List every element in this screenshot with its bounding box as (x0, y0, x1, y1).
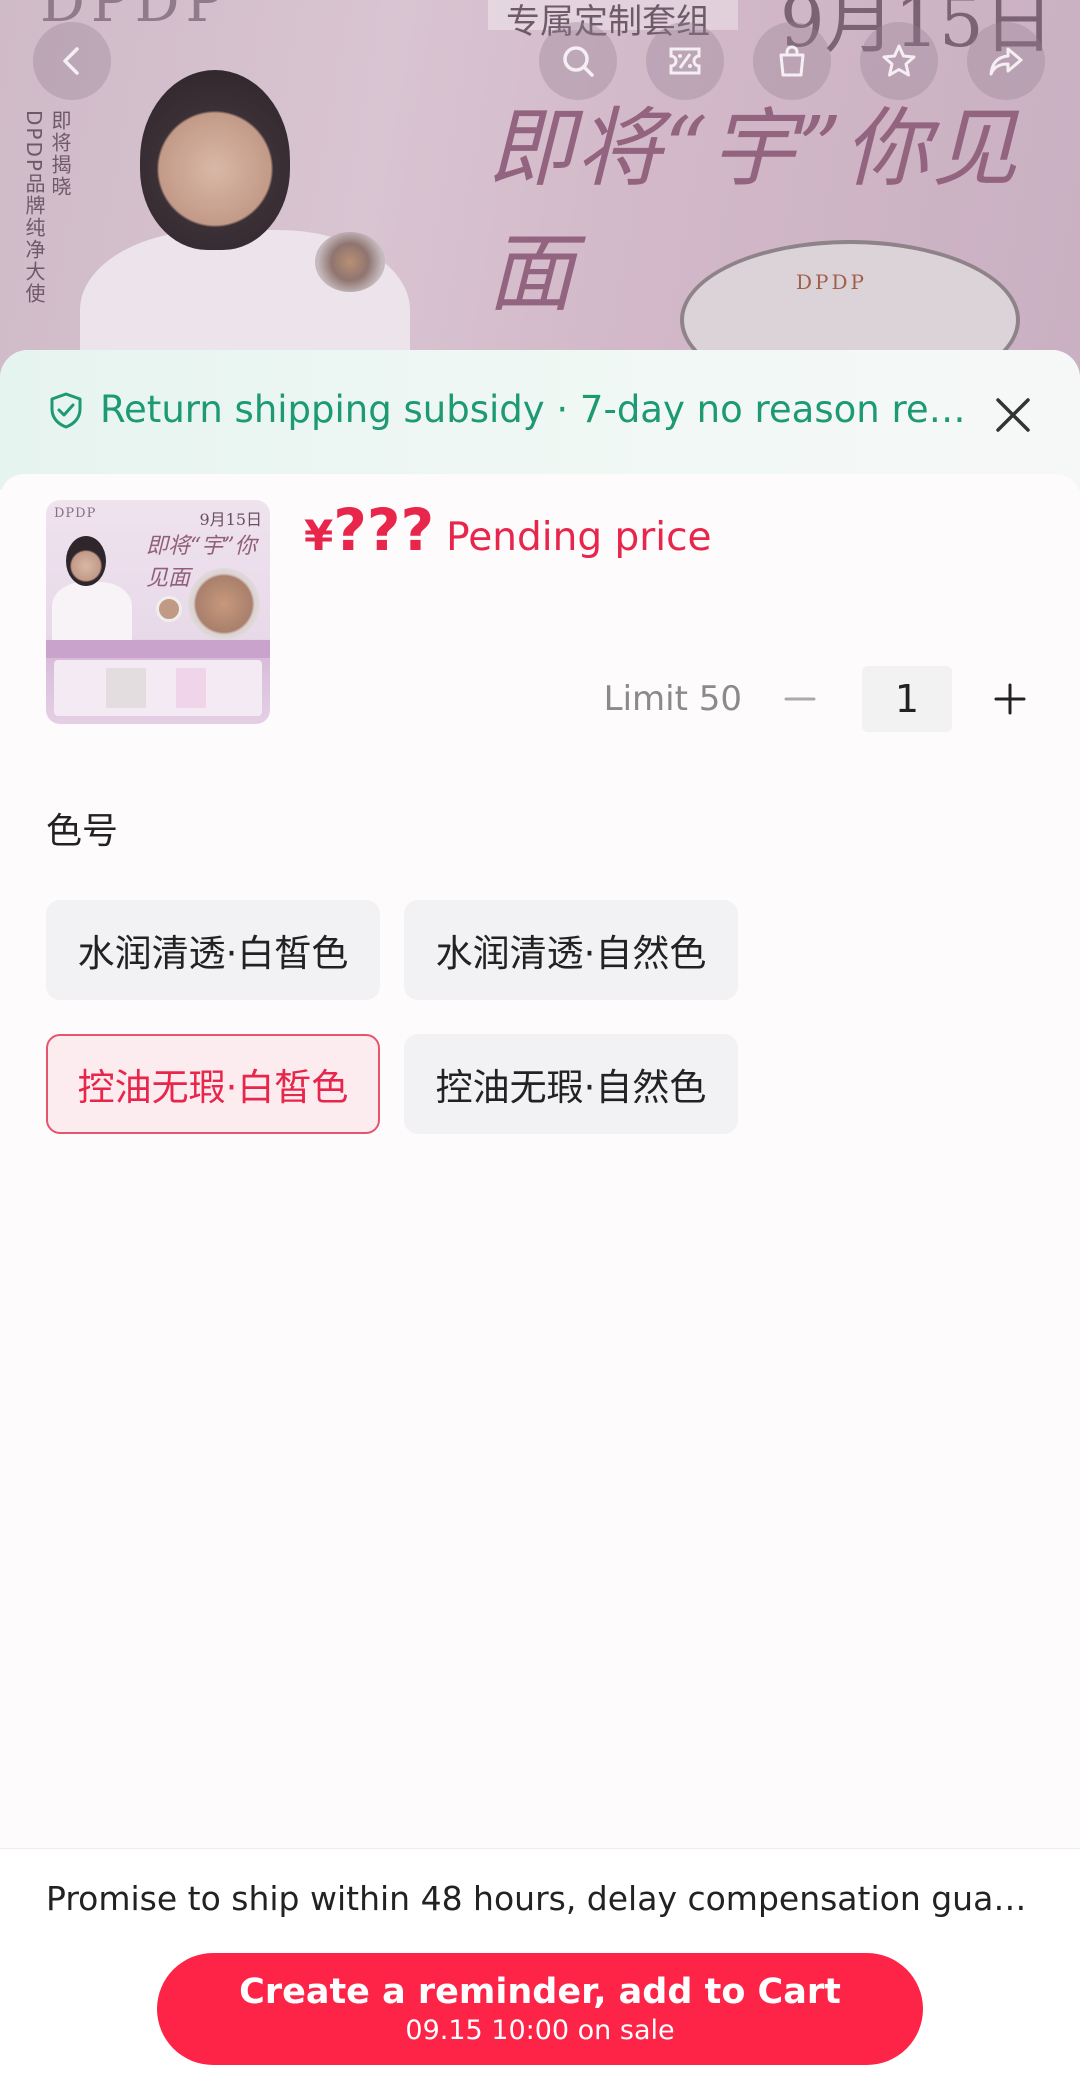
thumbnail-cushion (188, 568, 260, 640)
spec-option[interactable]: 水润清透·白皙色 (46, 900, 380, 1000)
increase-quantity-button[interactable] (986, 675, 1034, 723)
sku-selector-sheet: Return shipping subsidy · 7-day no reaso… (0, 350, 1080, 2087)
purchase-limit: Limit 50 (603, 679, 742, 719)
thumbnail-mini-image-2 (176, 668, 206, 708)
price-note: Pending price (446, 515, 712, 560)
sku-card: DPDP 9月15日 即将“宇”你见面 ¥ ??? Pending price … (0, 474, 1080, 2087)
thumbnail-brand: DPDP (54, 506, 97, 521)
quantity-input[interactable]: 1 (862, 666, 952, 732)
thumbnail-head (66, 536, 106, 586)
ambassador-head (140, 70, 290, 250)
price-row: ¥ ??? Pending price (304, 496, 712, 564)
case-label: DPDP (796, 270, 867, 294)
spec-option[interactable]: 水润清透·自然色 (404, 900, 738, 1000)
back-button[interactable] (33, 22, 111, 100)
close-icon (996, 398, 1030, 432)
back-icon (63, 47, 79, 75)
share-button[interactable] (967, 22, 1045, 100)
background-vertical-text-2: DPDP品牌纯净大使 (22, 110, 46, 305)
spec-title: 色号 (46, 811, 119, 852)
quantity-stepper: Limit 50 1 (604, 666, 1034, 732)
product-thumbnail[interactable]: DPDP 9月15日 即将“宇”你见面 (46, 500, 270, 724)
search-button[interactable] (539, 22, 617, 100)
cta-sub-label: 09.15 10:00 on sale (405, 2015, 675, 2046)
thumbnail-panel (54, 660, 262, 716)
return-policy-text: Return shipping subsidy · 7-day no reaso… (100, 388, 970, 431)
compact-image (315, 232, 385, 292)
share-icon (989, 47, 1023, 76)
thumbnail-date: 9月15日 (199, 510, 262, 529)
spec-option-selected[interactable]: 控油无瑕·白皙色 (46, 1034, 380, 1134)
decrease-quantity-button[interactable] (776, 675, 824, 723)
favorite-button[interactable] (860, 22, 938, 100)
search-icon (563, 46, 594, 77)
spec-option[interactable]: 控油无瑕·自然色 (404, 1034, 738, 1134)
shop-button[interactable] (753, 22, 831, 100)
minus-icon (784, 697, 816, 701)
background-vertical-text-1: 即将揭晓 (48, 110, 72, 198)
plus-icon (994, 683, 1026, 715)
thumbnail-bar (46, 640, 270, 658)
thumbnail-puff (156, 596, 182, 622)
thumbnail-mini-image-1 (106, 668, 146, 708)
cta-main-label: Create a reminder, add to Cart (239, 1972, 841, 2012)
discount-button[interactable] (646, 22, 724, 100)
footer-bar: Promise to ship within 48 hours, delay c… (0, 1848, 1080, 2087)
discount-icon (669, 47, 701, 75)
thumbnail-figure (52, 582, 132, 642)
add-to-cart-reminder-button[interactable]: Create a reminder, add to Cart 09.15 10:… (157, 1953, 923, 2065)
star-icon (882, 44, 916, 77)
price-currency: ¥ (304, 511, 334, 560)
shield-check-icon (50, 392, 82, 428)
price-value: ??? (333, 496, 435, 564)
shipping-guarantee-note: Promise to ship within 48 hours, delay c… (46, 1879, 1036, 1918)
close-button[interactable] (984, 386, 1042, 444)
return-policy-banner[interactable]: Return shipping subsidy · 7-day no reaso… (0, 350, 1080, 490)
bag-icon (779, 45, 805, 77)
